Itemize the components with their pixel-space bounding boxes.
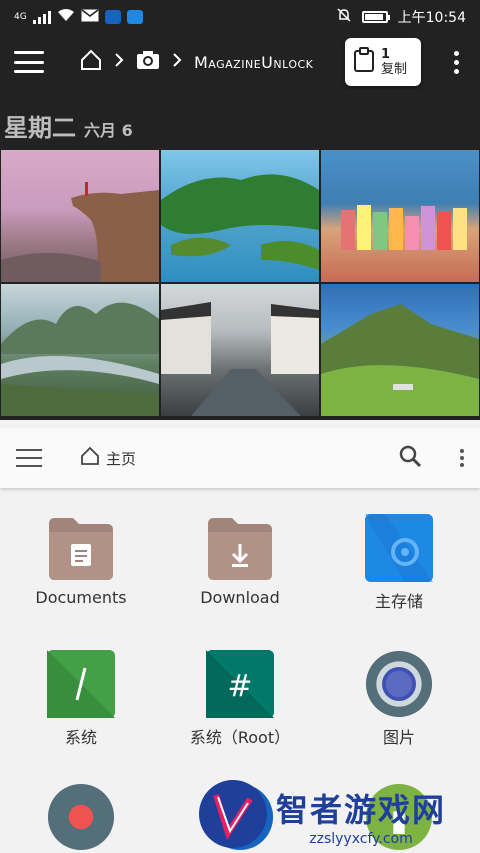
photo-canal-town[interactable] [161,284,319,416]
tile-label: 系统 [64,728,97,747]
home-location[interactable]: 主页 [80,446,136,470]
network-type: 4G [14,12,27,22]
tile-recorder[interactable] [1,783,161,851]
clipboard-button[interactable]: 1 复制 [345,38,421,86]
shield-app-icon [104,10,121,24]
location-title: 主页 [106,449,137,468]
hamburger-menu-icon[interactable] [14,51,44,73]
clipboard-count: 1 [381,47,391,62]
date-header: 星期二 六月 6 [0,90,480,150]
photo-river-karst[interactable] [1,284,159,416]
tile-label: Documents [35,588,127,607]
record-icon [47,783,115,851]
date-month: 六月 6 [84,121,133,140]
folder-download-icon [206,514,274,582]
photo-green-mountain[interactable] [321,284,479,416]
tile-images[interactable]: 图片 [319,650,479,748]
root-icon: # [206,650,274,718]
tile-label: 图片 [382,728,415,747]
drawer-menu-icon[interactable] [16,449,42,467]
storage-icon [365,514,433,582]
tile-system[interactable]: 系统 [1,650,161,748]
watermark-url: zzslyyxcfy.com [309,830,413,847]
status-bar: 4G 上午10:54 [0,0,480,34]
svg-text:#: # [227,669,252,704]
tile-label: Download [200,588,280,607]
clipboard-icon [353,47,375,77]
battery-icon [361,11,390,23]
tile-system-root[interactable]: # 系统（Root） [160,650,320,748]
mail-icon [81,8,99,26]
chevron-right-icon [114,52,124,72]
breadcrumb: MagazineUnlock [80,49,334,75]
system-icon [47,650,115,718]
more-options-icon[interactable] [446,50,466,74]
date-weekday: 星期二 [4,114,76,142]
camera-icon[interactable] [136,49,160,75]
images-icon [365,650,433,718]
breadcrumb-current-folder[interactable]: MagazineUnlock [194,53,334,72]
cloud-app-icon [126,10,143,24]
photo-cliff[interactable] [1,150,159,282]
clock: 上午10:54 [397,10,466,26]
signal-icon [32,10,51,24]
chevron-right-icon [172,52,182,72]
tile-download[interactable]: Download [160,514,320,607]
clipboard-action: 复制 [381,62,408,77]
mute-bell-icon [336,7,352,27]
tile-label: 主存储 [374,592,423,611]
home-icon[interactable] [80,49,102,75]
photo-gallery: 星期二 六月 6 [0,90,480,420]
photo-coastal-village[interactable] [321,150,479,282]
watermark-title: 智者游戏网 [276,790,447,829]
file-manager-appbar: 主页 [0,428,480,488]
search-icon[interactable] [398,444,422,472]
folder-document-icon [47,514,115,582]
watermark-logo-icon [198,779,268,853]
tile-main-storage[interactable]: 主存储 [319,514,479,612]
wifi-icon [57,8,75,26]
tile-documents[interactable]: Documents [1,514,161,607]
tile-label: 系统（Root） [189,728,291,747]
overflow-menu-icon[interactable] [460,449,464,467]
home-icon [80,446,100,470]
photo-lake-islands[interactable] [161,150,319,282]
watermark: 智者游戏网 zzslyyxcfy.com [198,778,480,853]
